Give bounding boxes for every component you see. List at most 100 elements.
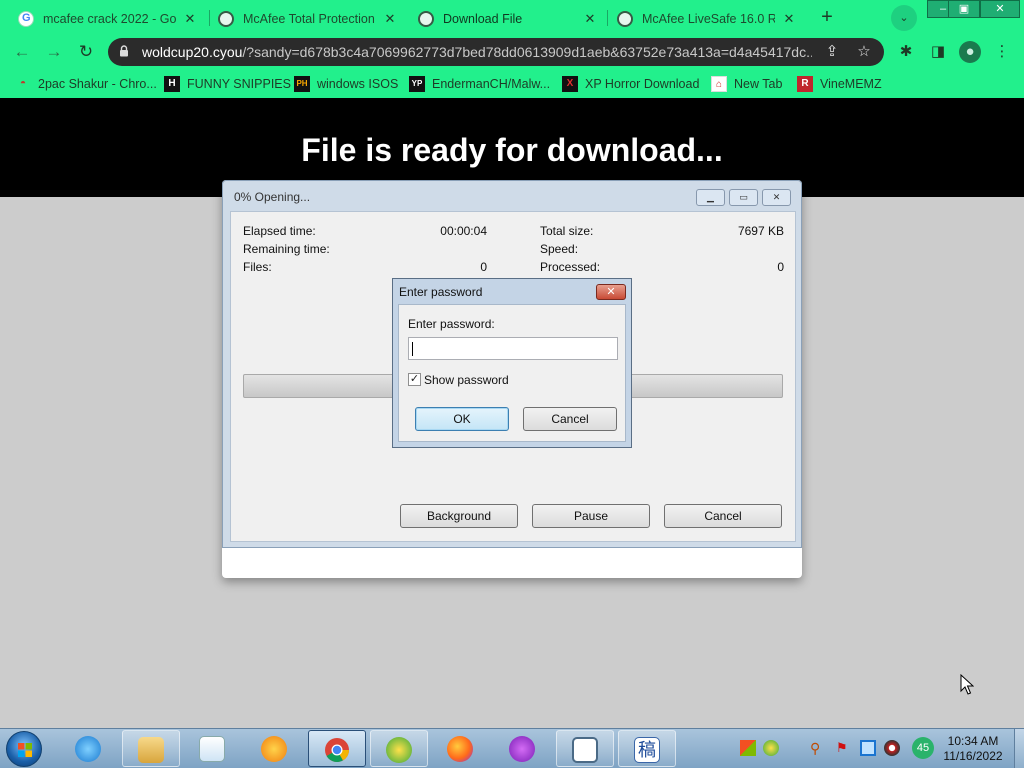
close-window-button[interactable]: ✕ xyxy=(980,0,1020,18)
bookmark-xp-horror[interactable]: X XP Horror Download xyxy=(562,75,699,93)
taskbar-app-paint[interactable] xyxy=(246,730,304,767)
share-icon[interactable]: ⇪ xyxy=(822,42,842,62)
tab-download-file[interactable]: Download File ✕ xyxy=(408,3,608,34)
forward-button[interactable]: → xyxy=(41,40,67,66)
files-label: Files: xyxy=(243,260,272,274)
kanji-app-icon: 稿 xyxy=(634,737,660,763)
total-size-value: 7697 KB xyxy=(737,224,784,238)
tray-webcam-icon[interactable] xyxy=(884,740,900,756)
extensions-icon[interactable]: ✱ xyxy=(895,41,917,63)
taskbar: 稿 ⚲ ⚑ 45 10:34 AM 11/16/2022 xyxy=(0,728,1024,768)
background-button[interactable]: Background xyxy=(400,504,518,528)
h-logo-icon: H xyxy=(164,76,180,92)
password-input[interactable] xyxy=(408,337,618,360)
tray-display-icon[interactable] xyxy=(860,740,876,756)
r-logo-icon: R xyxy=(797,76,813,92)
taskbar-app-mask[interactable] xyxy=(494,730,552,767)
address-bar[interactable]: woldcup20.cyou/?sandy=d678b3c4a706996277… xyxy=(108,38,884,66)
taskbar-app-firefox[interactable] xyxy=(432,730,490,767)
url-host: woldcup20.cyou xyxy=(142,44,243,60)
chrome-icon xyxy=(325,738,349,763)
system-clock[interactable]: 10:34 AM 11/16/2022 xyxy=(936,734,1010,764)
tray-badge-icon[interactable]: 45 xyxy=(912,737,934,759)
bookmark-label: 2pac Shakur - Chro... xyxy=(38,77,157,91)
password-label: Enter password: xyxy=(408,317,495,331)
tab-mcafee-livesafe[interactable]: McAfee LiveSafe 16.0 R7 ✕ xyxy=(607,3,807,34)
taskbar-app-chrome[interactable] xyxy=(308,730,366,767)
tab-google-search[interactable]: mcafee crack 2022 - Google Search ✕ xyxy=(8,3,208,34)
file-explorer-icon xyxy=(138,737,164,763)
taskbar-app-window[interactable] xyxy=(556,730,614,767)
bookmark-label: New Tab xyxy=(734,77,783,91)
yp-logo-icon: YP xyxy=(409,76,425,92)
bookmark-funny-snippies[interactable]: H FUNNY SNIPPIES xyxy=(164,75,291,93)
show-password-label[interactable]: Show password xyxy=(424,373,509,387)
window-app-icon xyxy=(572,737,598,763)
dialog-title: Enter password xyxy=(399,285,483,299)
close-icon[interactable]: ✕ xyxy=(582,11,598,27)
minimize-button[interactable]: ▁ xyxy=(696,189,725,206)
close-icon[interactable]: ✕ xyxy=(182,11,198,27)
web-page: File is ready for download... 0% Opening… xyxy=(0,98,1024,728)
speed-label: Speed: xyxy=(540,242,579,256)
google-icon xyxy=(18,10,34,27)
pause-button[interactable]: Pause xyxy=(532,504,650,528)
total-size-label: Total size: xyxy=(540,224,594,238)
tray-plus-icon[interactable] xyxy=(763,740,779,756)
tab-strip: mcafee crack 2022 - Google Search ✕ McAf… xyxy=(0,0,1024,34)
close-button[interactable]: ✕ xyxy=(762,189,791,206)
close-icon[interactable]: ✕ xyxy=(781,11,797,27)
mouse-cursor-icon xyxy=(960,674,974,695)
cancel-button[interactable]: Cancel xyxy=(664,504,782,528)
lock-icon xyxy=(120,45,128,57)
new-tab-button[interactable]: + xyxy=(814,5,840,31)
firefox-icon xyxy=(447,736,473,762)
paint-app-icon xyxy=(261,736,287,762)
internet-explorer-icon xyxy=(75,736,101,762)
tab-search-button[interactable]: ⌄ xyxy=(891,5,917,31)
dialog-close-button[interactable]: ✕ xyxy=(596,284,626,300)
menu-icon[interactable]: ⋮ xyxy=(991,41,1013,63)
ok-button[interactable]: OK xyxy=(415,407,509,431)
bookmark-new-tab[interactable]: ⌂ New Tab xyxy=(711,75,782,93)
elapsed-time-label: Elapsed time: xyxy=(243,224,316,238)
plus-app-icon xyxy=(386,737,412,763)
tab-title: mcafee crack 2022 - Google Search xyxy=(43,11,176,26)
tray-search-icon[interactable]: ⚲ xyxy=(810,740,826,756)
start-button[interactable] xyxy=(6,731,42,767)
tab-title: McAfee LiveSafe 16.0 R7 xyxy=(642,11,775,26)
bookmark-star-icon[interactable]: ☆ xyxy=(854,42,874,62)
taskbar-app-plus[interactable] xyxy=(370,730,428,767)
tray-colorful-icon[interactable] xyxy=(740,740,756,756)
side-panel-icon[interactable]: ◨ xyxy=(927,41,949,63)
clock-date: 11/16/2022 xyxy=(943,749,1003,763)
show-password-checkbox[interactable]: ✓ xyxy=(408,373,421,386)
windows-logo-icon xyxy=(18,743,32,757)
taskbar-app-ie[interactable] xyxy=(60,730,118,767)
profile-avatar[interactable]: ● xyxy=(959,41,981,63)
close-icon[interactable]: ✕ xyxy=(382,11,398,27)
dialog-body: Enter password: ✓ Show password OK Cance… xyxy=(398,304,626,442)
clock-time: 10:34 AM xyxy=(947,734,999,748)
bookmarks-bar: ◓ 2pac Shakur - Chro... H FUNNY SNIPPIES… xyxy=(0,70,1024,98)
taskbar-app-explorer[interactable] xyxy=(122,730,180,767)
bookmark-2pac[interactable]: ◓ 2pac Shakur - Chro... xyxy=(15,75,157,93)
globe-icon xyxy=(418,10,434,27)
bookmark-label: EndermanCH/Malw... xyxy=(432,77,551,91)
taskbar-app-kanji[interactable]: 稿 xyxy=(618,730,676,767)
action-center-flag-icon[interactable]: ⚑ xyxy=(836,740,852,756)
dialog-cancel-button[interactable]: Cancel xyxy=(523,407,617,431)
url-path: /?sandy=d678b3c4a7069962773d7bed78dd0613… xyxy=(242,44,812,60)
tab-mcafee-total[interactable]: McAfee Total Protection 2022 ✕ xyxy=(208,3,408,34)
reload-button[interactable]: ↻ xyxy=(73,40,99,66)
browser-toolbar: ← → ↻ woldcup20.cyou/?sandy=d678b3c4a706… xyxy=(0,34,1024,70)
bookmark-vinememz[interactable]: R VineMEMZ xyxy=(797,75,882,93)
show-desktop-button[interactable] xyxy=(1014,729,1024,768)
restore-button[interactable]: ▣ xyxy=(948,0,980,18)
bookmark-endermanch[interactable]: YP EndermanCH/Malw... xyxy=(409,75,550,93)
maximize-button[interactable]: ▭ xyxy=(729,189,758,206)
taskbar-app-media[interactable] xyxy=(184,730,242,767)
back-button[interactable]: ← xyxy=(9,40,35,66)
bookmark-windows-isos[interactable]: PH windows ISOS xyxy=(294,75,398,93)
url-text: woldcup20.cyou/?sandy=d678b3c4a706996277… xyxy=(142,44,812,60)
